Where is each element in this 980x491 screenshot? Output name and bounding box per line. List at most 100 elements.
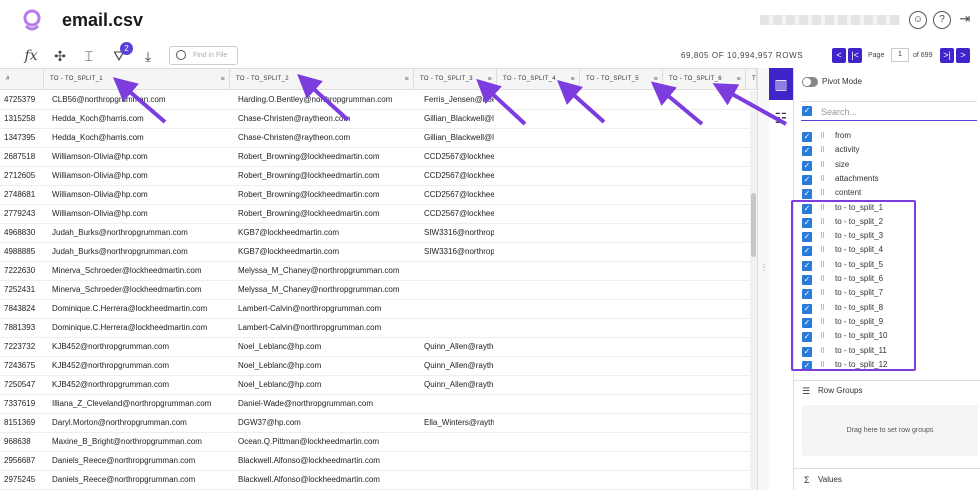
columns-tab-icon[interactable]: ▥ xyxy=(769,68,793,100)
header-to-split-2[interactable]: TO - TO_SPLIT_2 ≡ xyxy=(230,69,414,90)
table-cell[interactable]: KGB7@lockheedmartin.com xyxy=(238,224,414,242)
row-number-cell[interactable]: 4968830 xyxy=(4,224,40,242)
table-row[interactable]: 2687518 Williamson-Olivia@hp.com Robert_Br… xyxy=(0,148,750,167)
help-icon[interactable]: ? xyxy=(933,11,951,29)
table-cell[interactable]: Daniels_Reece@northropgrumman.com xyxy=(52,452,230,470)
filters-tab-icon[interactable]: ☷ xyxy=(769,102,793,134)
transform-icon[interactable]: ✣ xyxy=(50,46,70,66)
table-row[interactable]: 2779243 Williamson-Olivia@hp.com Robert_Br… xyxy=(0,205,750,224)
table-cell[interactable]: Dominique.C.Herrera@lockheedmartin.com xyxy=(52,319,230,337)
table-cell[interactable]: Dominique.C.Herrera@lockheedmartin.com xyxy=(52,300,230,318)
drag-handle-icon[interactable]: ⠿ xyxy=(820,132,825,140)
column-checkbox[interactable]: ✓ xyxy=(802,189,812,200)
table-cell[interactable]: Blackwell.Alfonso@lockheedmartin.com xyxy=(238,471,414,489)
table-cell[interactable]: Daniel-Wade@northropgrumman.com xyxy=(238,395,414,413)
table-cell[interactable]: Hedda_Koch@harris.com xyxy=(52,110,230,128)
panel-resize-handle[interactable]: ⋮⋮ xyxy=(757,68,776,490)
table-cell[interactable]: CCD2567@lockheed xyxy=(424,205,494,223)
header-row-number[interactable]: # xyxy=(0,69,44,90)
table-cell[interactable]: Ella_Winters@raythe xyxy=(424,414,494,432)
column-list-item[interactable]: ✓ ⠿ activity xyxy=(794,144,980,158)
table-cell[interactable]: CCD2567@lockheed xyxy=(424,167,494,185)
user-settings-icon[interactable]: ☺ xyxy=(909,11,927,29)
table-cell[interactable]: KJB452@northropgrumman.com xyxy=(52,338,230,356)
table-cell[interactable]: Judah_Burks@northropgrumman.com xyxy=(52,224,230,242)
row-number-cell[interactable]: 968638 xyxy=(4,433,40,451)
table-cell[interactable]: KGB7@lockheedmartin.com xyxy=(238,243,414,261)
table-row[interactable]: 4968830 Judah_Burks@northropgrumman.com KG… xyxy=(0,224,750,243)
table-cell[interactable]: Robert_Browning@lockheedmartin.com xyxy=(238,167,414,185)
drag-handle-icon[interactable]: ⠿ xyxy=(820,146,825,154)
column-checkbox[interactable]: ✓ xyxy=(802,160,812,171)
table-cell[interactable]: Melyssa_M_Chaney@northropgrumman.com xyxy=(238,262,414,280)
table-cell[interactable]: CCD2567@lockheed xyxy=(424,148,494,166)
table-cell[interactable]: Quinn_Allen@raythe xyxy=(424,357,494,375)
row-number-cell[interactable]: 7250547 xyxy=(4,376,40,394)
row-number-cell[interactable]: 1347395 xyxy=(4,129,40,147)
first-page-button[interactable]: |< xyxy=(848,48,862,63)
table-cell[interactable]: KJB452@northropgrumman.com xyxy=(52,376,230,394)
table-cell[interactable]: Williamson-Olivia@hp.com xyxy=(52,167,230,185)
table-cell[interactable]: Noel_Leblanc@hp.com xyxy=(238,376,414,394)
row-number-cell[interactable]: 4725379 xyxy=(4,91,40,109)
table-cell[interactable]: Gillian_Blackwell@lo xyxy=(424,110,494,128)
header-to-split-6[interactable]: TO - TO_SPLIT_6 ≡ xyxy=(663,69,746,90)
table-cell[interactable]: CCD2567@lockheed xyxy=(424,186,494,204)
table-cell[interactable]: Robert_Browning@lockheedmartin.com xyxy=(238,186,414,204)
table-row[interactable]: 7843824 Dominique.C.Herrera@lockheedmarti… xyxy=(0,300,750,319)
header-to-split-7[interactable]: TO xyxy=(746,69,757,90)
row-groups-dropzone[interactable]: Drag here to set row groups xyxy=(802,405,978,456)
table-cell[interactable]: Lambert-Calvin@northropgrumman.com xyxy=(238,300,414,318)
row-number-cell[interactable]: 7337619 xyxy=(4,395,40,413)
table-row[interactable]: 8151369 Daryl.Morton@northropgrumman.com D… xyxy=(0,414,750,433)
table-cell[interactable]: Illiana_Z_Cleveland@northropgrumman.com xyxy=(52,395,230,413)
row-number-cell[interactable]: 2748681 xyxy=(4,186,40,204)
table-cell[interactable]: Robert_Browning@lockheedmartin.com xyxy=(238,205,414,223)
column-list-item[interactable]: ✓ ⠿ attachments xyxy=(794,173,980,187)
row-number-cell[interactable]: 7222630 xyxy=(4,262,40,280)
table-cell[interactable]: Williamson-Olivia@hp.com xyxy=(52,186,230,204)
table-cell[interactable]: Quinn_Allen@raythe xyxy=(424,376,494,394)
table-cell[interactable]: KJB452@northropgrumman.com xyxy=(52,357,230,375)
table-cell[interactable]: Chase-Christen@raytheon.com xyxy=(238,129,414,147)
table-cell[interactable]: Ocean.Q.Pittman@lockheedmartin.com xyxy=(238,433,414,451)
table-row[interactable]: 2956687 Daniels_Reece@northropgrumman.com… xyxy=(0,452,750,471)
table-cell[interactable]: Harding.O.Bentley@northropgrumman.com xyxy=(238,91,414,109)
table-row[interactable]: 7252431 Minerva_Schroeder@lockheedmartin.… xyxy=(0,281,750,300)
table-row[interactable]: 2975245 Daniels_Reece@northropgrumman.com… xyxy=(0,471,750,490)
column-checkbox[interactable]: ✓ xyxy=(802,146,812,157)
download-icon[interactable]: ⤓ xyxy=(138,46,158,66)
table-row[interactable]: 1315258 Hedda_Koch@harris.com Chase-Christ… xyxy=(0,110,750,129)
table-cell[interactable]: Hedda_Koch@harris.com xyxy=(52,129,230,147)
row-number-cell[interactable]: 7843824 xyxy=(4,300,40,318)
formula-icon[interactable]: fx xyxy=(21,46,41,66)
table-row[interactable]: 968638 Maxine_B_Bright@northropgrumman.co… xyxy=(0,433,750,452)
row-number-cell[interactable]: 2975245 xyxy=(4,471,40,489)
table-cell[interactable]: Chase-Christen@raytheon.com xyxy=(238,110,414,128)
column-checkbox[interactable]: ✓ xyxy=(802,132,812,142)
table-cell[interactable]: Quinn_Allen@raythe xyxy=(424,338,494,356)
header-to-split-1[interactable]: TO - TO_SPLIT_1 ≡ xyxy=(44,69,230,90)
row-number-cell[interactable]: 7243675 xyxy=(4,357,40,375)
table-row[interactable]: 7337619 Illiana_Z_Cleveland@northropgrumm… xyxy=(0,395,750,414)
table-cell[interactable]: Williamson-Olivia@hp.com xyxy=(52,205,230,223)
row-number-cell[interactable]: 2956687 xyxy=(4,452,40,470)
table-row[interactable]: 7223732 KJB452@northropgrumman.com Noel_Le… xyxy=(0,338,750,357)
row-number-cell[interactable]: 7223732 xyxy=(4,338,40,356)
pivot-mode-toggle[interactable] xyxy=(802,77,818,87)
table-cell[interactable]: Melyssa_M_Chaney@northropgrumman.com xyxy=(238,281,414,299)
drag-handle-icon[interactable]: ⠿ xyxy=(820,175,825,183)
column-list-item[interactable]: ✓ ⠿ size xyxy=(794,159,980,173)
header-to-split-3[interactable]: TO - TO_SPLIT_3 ≡ xyxy=(414,69,497,90)
table-cell[interactable]: Williamson-Olivia@hp.com xyxy=(52,148,230,166)
table-cell[interactable]: Robert_Browning@lockheedmartin.com xyxy=(238,148,414,166)
table-cell[interactable]: Minerva_Schroeder@lockheedmartin.com xyxy=(52,281,230,299)
row-number-cell[interactable]: 8151369 xyxy=(4,414,40,432)
table-cell[interactable]: Minerva_Schroeder@lockheedmartin.com xyxy=(52,262,230,280)
row-number-cell[interactable]: 7252431 xyxy=(4,281,40,299)
logout-icon[interactable]: ⇥ xyxy=(956,11,974,29)
table-cell[interactable]: Daryl.Morton@northropgrumman.com xyxy=(52,414,230,432)
row-number-cell[interactable]: 2779243 xyxy=(4,205,40,223)
table-cell[interactable]: DGW37@hp.com xyxy=(238,414,414,432)
table-cell[interactable]: Noel_Leblanc@hp.com xyxy=(238,338,414,356)
